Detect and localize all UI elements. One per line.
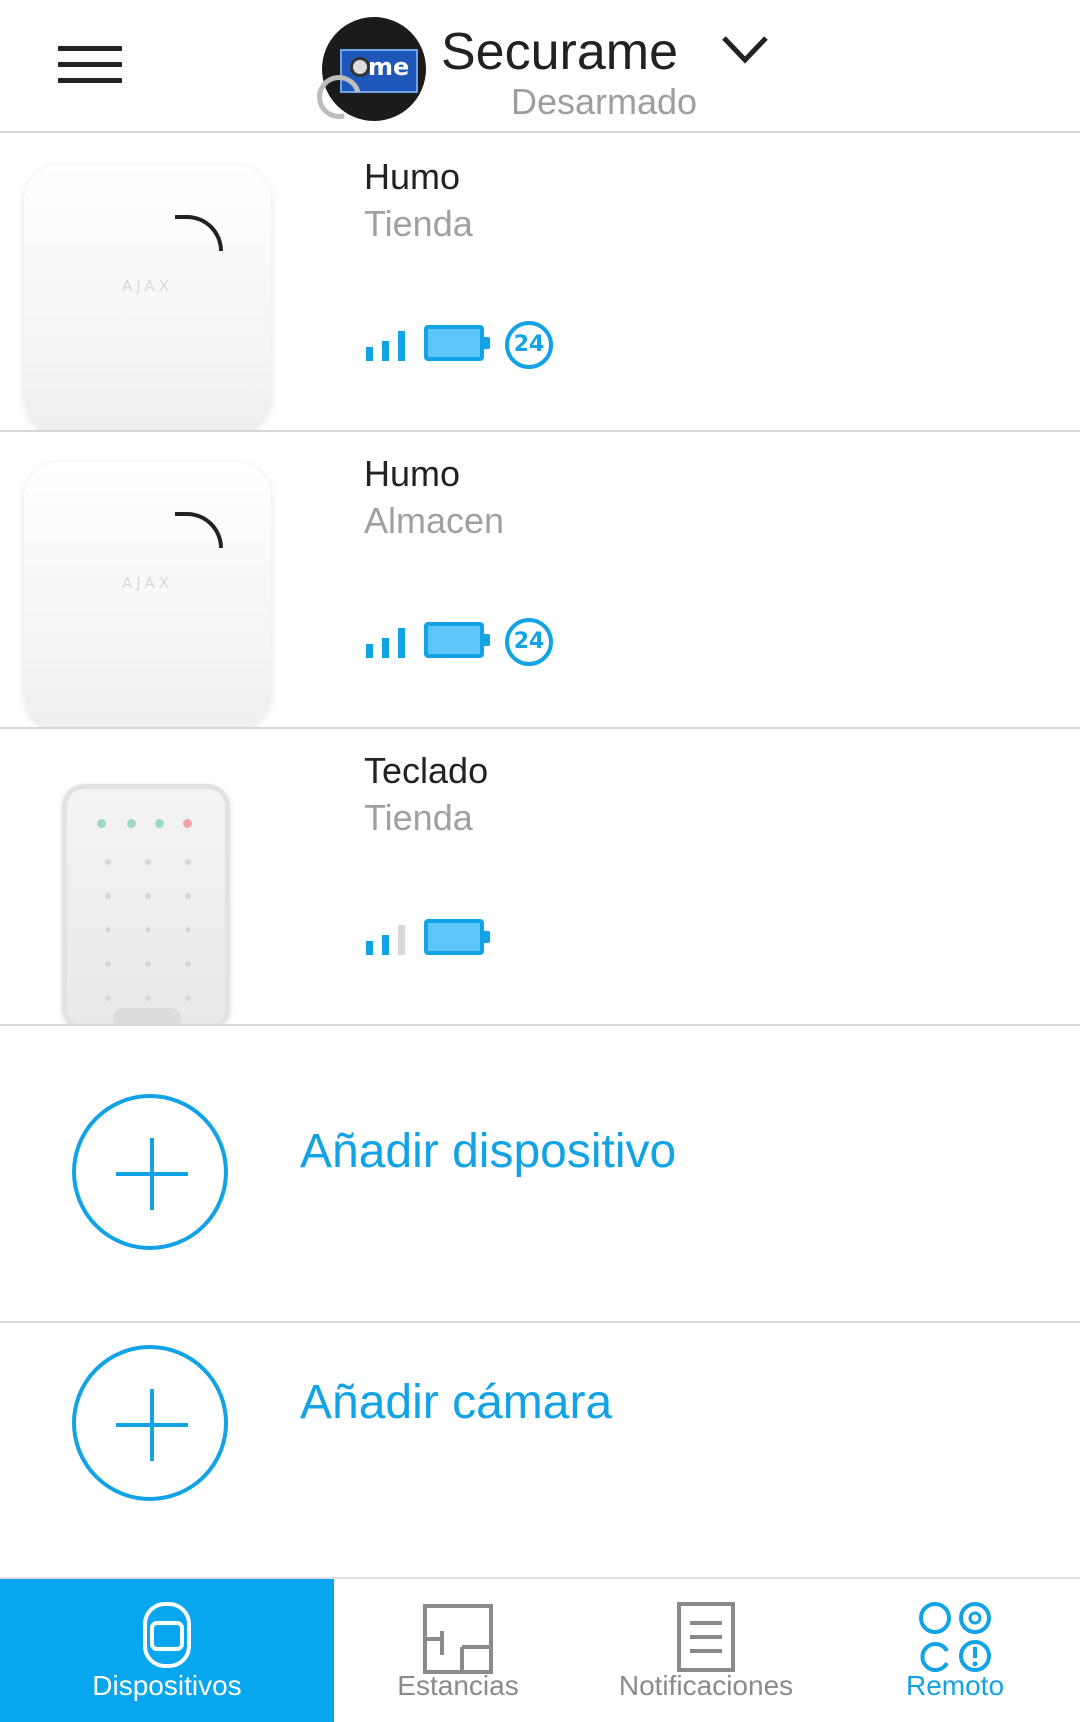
device-room: Tienda: [364, 203, 473, 244]
plus-icon: [72, 1094, 228, 1250]
tab-estancias[interactable]: Estancias: [334, 1579, 582, 1722]
device-row[interactable]: AJAX Humo Tienda 24: [0, 135, 1080, 432]
app-header: me Securame Desarmado: [0, 0, 1080, 133]
smoke-detector-icon: AJAX: [24, 165, 271, 430]
menu-icon[interactable]: [58, 46, 122, 86]
tab-label: Estancias: [397, 1670, 519, 1701]
hub-name[interactable]: Securame: [441, 20, 678, 84]
badge-24h-icon: 24: [505, 321, 553, 369]
signal-icon: [366, 628, 408, 658]
battery-icon: [424, 622, 490, 662]
plus-icon: [72, 1345, 228, 1501]
tab-label: Remoto: [905, 1670, 1005, 1701]
badge-24h-icon: 24: [505, 618, 553, 666]
tab-notificaciones[interactable]: Notificaciones: [582, 1579, 830, 1722]
device-brand: AJAX: [122, 574, 173, 592]
remote-icon: [919, 1602, 991, 1672]
rooms-icon: [423, 1604, 493, 1674]
tab-remoto[interactable]: Remoto: [830, 1579, 1080, 1722]
add-device-button[interactable]: Añadir dispositivo: [0, 1026, 1080, 1323]
battery-icon: [424, 325, 490, 365]
device-brand: AJAX: [122, 277, 173, 295]
device-row[interactable]: AJAX Humo Almacen 24: [0, 432, 1080, 729]
add-camera-label: Añadir cámara: [300, 1376, 613, 1429]
hub-state: Desarmado: [511, 81, 698, 122]
device-row[interactable]: Teclado Tienda: [0, 729, 1080, 1026]
detector-arc: [175, 215, 223, 251]
avatar-text: me: [368, 53, 410, 81]
add-device-label: Añadir dispositivo: [300, 1125, 677, 1178]
detector-arc: [175, 512, 223, 548]
chevron-down-icon[interactable]: [720, 30, 770, 70]
signal-icon: [366, 331, 408, 361]
keypad-icon: [62, 784, 230, 1024]
device-name: Humo: [364, 156, 461, 197]
devices-icon: [143, 1602, 191, 1668]
tab-dispositivos[interactable]: Dispositivos: [0, 1579, 334, 1722]
signal-icon: [366, 925, 408, 955]
avatar-lens: [350, 57, 370, 77]
bottom-nav: Dispositivos Estancias Notificaciones Re…: [0, 1577, 1080, 1722]
device-name: Teclado: [364, 750, 489, 791]
battery-icon: [424, 919, 490, 959]
notifications-icon: [677, 1602, 735, 1672]
smoke-detector-icon: AJAX: [24, 462, 271, 727]
device-room: Tienda: [364, 797, 473, 838]
device-name: Humo: [364, 453, 461, 494]
keypad-logo: [113, 1008, 181, 1024]
device-room: Almacen: [364, 500, 505, 541]
tab-label: Dispositivos: [92, 1670, 242, 1701]
tab-label: Notificaciones: [618, 1670, 794, 1701]
